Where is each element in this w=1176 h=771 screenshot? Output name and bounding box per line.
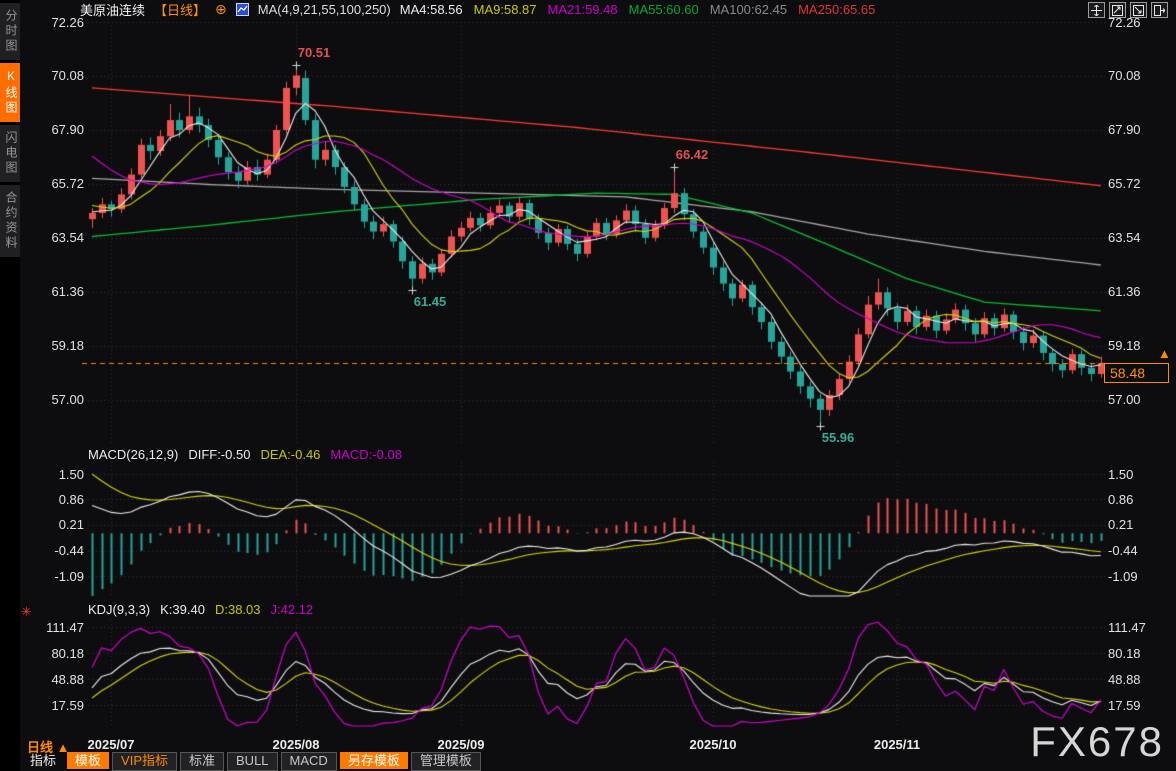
price-axis-tick-right-3: 67.90	[1108, 122, 1170, 137]
toolbar-tab-2[interactable]: 模板	[67, 752, 109, 769]
kdj-title: KDJ(9,3,3)	[88, 602, 150, 617]
symbol-title: 美原油连续	[80, 0, 145, 19]
toolbar-tab-8[interactable]: 管理模板	[411, 752, 481, 771]
last-price-tag: 58.48	[1104, 363, 1169, 383]
macd-axis-tick-left-5: -1.09	[22, 569, 84, 584]
sidebar-tab-4[interactable]: 合约资料	[0, 185, 20, 257]
price-axis-tick-left-4: 65.72	[22, 176, 84, 191]
macd-title: MACD(26,12,9)	[88, 447, 178, 462]
sidebar-tab-3[interactable]: 闪电图	[0, 125, 20, 182]
header-icon-group	[1088, 2, 1168, 18]
date-label-3: 2025/09	[438, 737, 485, 752]
price-axis-tick-right-5: 63.54	[1108, 230, 1170, 245]
crosshair-icon[interactable]	[1088, 2, 1105, 18]
ma-value-3: MA21:59.48	[548, 2, 618, 17]
ma-values: MA4:58.56 MA9:58.87 MA21:59.48 MA55:60.60 MA…	[400, 2, 876, 17]
kdj-k-value: K:39.40	[160, 602, 205, 617]
macd-axis-tick-left-1: 1.50	[22, 467, 84, 482]
price-axis-tick-left-1: 72.26	[22, 15, 84, 30]
date-label-1: 2025/07	[88, 737, 135, 752]
kdj-axis-tick-left-4: 17.59	[22, 698, 84, 713]
toolbar-tab-3[interactable]: VIP指标	[112, 752, 177, 771]
sidebar-tab-2[interactable]: K线图	[0, 63, 20, 122]
price-axis-tick-right-6: 61.36	[1108, 284, 1170, 299]
macd-axis-tick-right-3: 0.21	[1108, 517, 1170, 532]
macd-axis-tick-left-2: 0.86	[22, 492, 84, 507]
price-axis-tick-right-2: 70.08	[1108, 68, 1170, 83]
chart-canvas[interactable]	[0, 0, 1176, 771]
price-annotation-66-42: 66.42	[676, 147, 709, 162]
kdj-axis-tick-left-3: 48.88	[22, 672, 84, 687]
macd-axis-tick-left-3: 0.21	[22, 517, 84, 532]
period-tag: 【日线】	[154, 0, 206, 19]
kdj-axis-tick-left-1: 111.47	[22, 620, 84, 635]
price-axis-tick-left-2: 70.08	[22, 68, 84, 83]
bottom-toolbar: 指标模板VIP指标标准BULLMACD另存模板管理模板	[22, 752, 481, 771]
compress-chart-icon[interactable]	[1109, 2, 1126, 18]
add-icon[interactable]: ⊕	[215, 1, 227, 18]
price-annotation-70-51: 70.51	[298, 45, 331, 60]
macd-header: MACD(26,12,9) DIFF:-0.50 DEA:-0.46 MACD:…	[88, 447, 402, 462]
ma-value-4: MA55:60.60	[629, 2, 699, 17]
price-axis-tick-left-6: 61.36	[22, 284, 84, 299]
toolbar-tab-1[interactable]: 指标	[22, 752, 64, 769]
macd-dea-value: DEA:-0.46	[260, 447, 320, 462]
kdj-axis-tick-left-2: 80.18	[22, 646, 84, 661]
watermark: FX678	[1030, 718, 1164, 766]
kdj-axis-tick-right-1: 111.47	[1108, 620, 1170, 635]
chart-header: 美原油连续 【日线】 ⊕ MA(4,9,21,55,100,250) MA4:5…	[80, 1, 875, 17]
toolbar-tab-4[interactable]: 标准	[180, 752, 224, 771]
price-axis-tick-left-7: 59.18	[22, 338, 84, 353]
price-axis-tick-right-4: 65.72	[1108, 176, 1170, 191]
toolbar-tab-5[interactable]: BULL	[227, 752, 278, 771]
price-axis-tick-left-5: 63.54	[22, 230, 84, 245]
macd-axis-tick-right-5: -1.09	[1108, 569, 1170, 584]
kdj-axis-tick-right-4: 17.59	[1108, 698, 1170, 713]
macd-axis-tick-right-4: -0.44	[1108, 543, 1170, 558]
price-annotation-55-96: 55.96	[822, 430, 855, 445]
ma-value-1: MA4:58.56	[400, 2, 463, 17]
kdj-j-value: J:42.12	[271, 602, 314, 617]
ma-params-label: MA(4,9,21,55,100,250)	[258, 2, 391, 17]
price-annotation-61-45: 61.45	[414, 294, 447, 309]
macd-diff-value: DIFF:-0.50	[188, 447, 250, 462]
sidebar: 分时图 K线图闪电图合约资料	[0, 0, 20, 771]
macd-axis-tick-right-1: 1.50	[1108, 467, 1170, 482]
toolbar-tab-7[interactable]: 另存模板	[340, 752, 408, 769]
ma-value-6: MA250:65.65	[798, 2, 875, 17]
ma-value-2: MA9:58.87	[474, 2, 537, 17]
toolbar-tab-6[interactable]: MACD	[281, 752, 337, 771]
date-label-4: 2025/10	[690, 737, 737, 752]
price-axis-tick-left-8: 57.00	[22, 392, 84, 407]
ma-value-5: MA100:62.45	[710, 2, 787, 17]
indicator-chart-icon	[236, 3, 249, 16]
kdj-marker-icon[interactable]: ✳	[21, 604, 32, 620]
price-up-arrow-icon: ▲	[1158, 346, 1171, 361]
next-page-icon[interactable]	[1151, 2, 1168, 18]
macd-macd-value: MACD:-0.08	[330, 447, 402, 462]
kdj-axis-tick-right-2: 80.18	[1108, 646, 1170, 661]
price-axis-tick-left-3: 67.90	[22, 122, 84, 137]
kdj-axis-tick-right-3: 48.88	[1108, 672, 1170, 687]
price-axis-tick-right-8: 57.00	[1108, 392, 1170, 407]
expand-chart-icon[interactable]	[1130, 2, 1147, 18]
kdj-d-value: D:38.03	[215, 602, 261, 617]
date-label-2: 2025/08	[273, 737, 320, 752]
sidebar-tab-1[interactable]: 分时图	[0, 3, 20, 60]
kdj-header: KDJ(9,3,3) K:39.40 D:38.03 J:42.12	[88, 602, 313, 617]
date-label-5: 2025/11	[874, 737, 920, 752]
macd-axis-tick-left-4: -0.44	[22, 543, 84, 558]
macd-axis-tick-right-2: 0.86	[1108, 492, 1170, 507]
